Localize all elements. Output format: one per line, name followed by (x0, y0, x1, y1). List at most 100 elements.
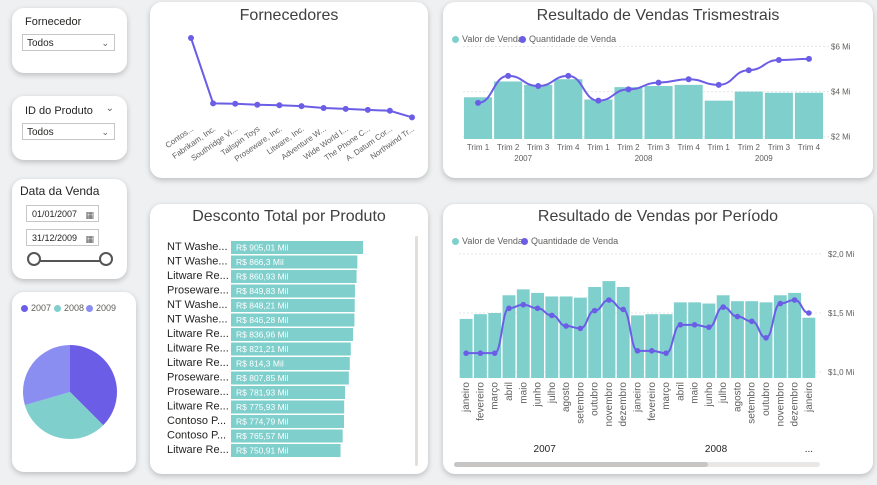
periodo-tick-label: junho (533, 382, 544, 408)
periodo-tick-label: agosto (561, 382, 572, 412)
desconto-value-label: R$ 866,3 Mil (236, 257, 284, 267)
periodo-tick-label: julho (718, 382, 729, 405)
desconto-category-label: Contoso P... (167, 430, 226, 442)
data-slicer: Data da Venda 01/01/2007 ▦ 31/12/2009 ▦ (12, 179, 127, 279)
trimestrais-bar (584, 99, 613, 139)
periodo-point (491, 350, 498, 356)
fornecedores-point (409, 114, 415, 121)
periodo-tick-label: outubro (590, 382, 601, 416)
fornecedores-point (298, 103, 305, 110)
trimestrais-point (745, 67, 752, 74)
periodo-tick-label: fevereiro (475, 382, 486, 421)
periodo-bar (573, 297, 587, 378)
periodo-point (591, 307, 598, 314)
pie-chart[interactable] (12, 292, 136, 472)
desconto-category-label: NT Washe... (167, 299, 228, 311)
desconto-value-label: R$ 807,85 Mil (236, 373, 289, 383)
periodo-tick-label: junho (704, 382, 715, 408)
fornecedores-point (386, 107, 393, 114)
desconto-chart[interactable]: NT Washe... R$ 905,01 Mil NT Washe... R$ 86… (150, 204, 428, 474)
desconto-card: Desconto Total por Produto NT Washe... R$… (150, 204, 428, 474)
periodo-y-tick: $1,0 Mi (828, 368, 854, 377)
periodo-bar (731, 301, 744, 378)
trimestrais-tick-label: Trim 2 (617, 143, 640, 152)
end-date-input[interactable]: 31/12/2009 ▦ (26, 229, 99, 246)
range-end-handle[interactable] (99, 252, 113, 266)
desconto-value-label: R$ 860,93 Mil (236, 272, 289, 282)
fornecedor-slicer: Fornecedor Todos ⌄ (12, 8, 127, 73)
trimestrais-bar (764, 92, 793, 139)
trimestrais-point (715, 81, 722, 88)
periodo-tick-label: dezembro (790, 382, 801, 427)
periodo-chart[interactable]: $2,0 Mi$1,5 Mi$1,0 Mijaneiro fevereiro mar… (443, 204, 873, 474)
trimestrais-tick-label: Trim 1 (587, 143, 610, 152)
periodo-tick-label: maio (690, 382, 701, 404)
trimestrais-point (655, 79, 662, 86)
periodo-year-label: ... (805, 444, 813, 455)
trimestrais-point (775, 57, 782, 64)
periodo-y-tick: $1,5 Mi (828, 309, 854, 318)
desconto-value-label: R$ 774,79 Mil (236, 417, 289, 427)
fornecedores-chart[interactable]: Contos...Fabrikam, Inc.Southridge Vi...T… (150, 2, 428, 178)
periodo-bar (745, 301, 759, 378)
periodo-tick-label: janeiro (804, 382, 815, 413)
periodo-bar (559, 296, 573, 378)
periodo-point (663, 350, 669, 356)
start-date-input[interactable]: 01/01/2007 ▦ (26, 205, 99, 222)
desconto-value-label: R$ 750,91 Mil (236, 446, 289, 456)
desconto-value-label: R$ 765,57 Mil (236, 431, 289, 441)
desconto-value-label: R$ 849,83 Mil (236, 286, 289, 296)
periodo-tick-label: outubro (761, 382, 772, 416)
trimestrais-tick-label: Trim 3 (527, 143, 550, 152)
trimestrais-card: Resultado de Vendas Trismestrais Valor d… (443, 2, 873, 178)
fornecedor-value: Todos (27, 38, 54, 49)
trimestrais-point (565, 72, 572, 79)
horizontal-scrollbar[interactable] (454, 462, 820, 467)
periodo-tick-label: abril (504, 382, 515, 401)
periodo-point (606, 297, 612, 303)
periodo-point (620, 306, 627, 313)
desconto-category-label: Litware Re... (167, 343, 229, 355)
periodo-point (677, 322, 684, 328)
periodo-year-label: 2007 (534, 444, 557, 455)
calendar-icon[interactable]: ▦ (85, 231, 94, 248)
desconto-category-label: Proseware... (167, 372, 229, 384)
desconto-value-label: R$ 781,93 Mil (236, 388, 289, 398)
periodo-point (634, 348, 641, 354)
desconto-category-label: Litware Re... (167, 444, 229, 456)
fornecedor-dropdown[interactable]: Todos ⌄ (22, 34, 115, 51)
desconto-category-label: Proseware... (167, 285, 229, 297)
trimestrais-year-label: 2007 (514, 154, 532, 163)
periodo-bar (473, 314, 487, 378)
chevron-down-icon[interactable]: ⌄ (106, 103, 114, 114)
trimestrais-point (805, 55, 812, 62)
periodo-bar (702, 303, 716, 378)
periodo-point (648, 348, 655, 354)
produto-value: Todos (27, 127, 54, 138)
range-start-handle[interactable] (27, 252, 41, 266)
periodo-bar (588, 287, 602, 378)
periodo-tick-label: janeiro (633, 382, 644, 413)
periodo-tick-label: setembro (747, 382, 758, 424)
trimestrais-bar (524, 84, 553, 139)
desconto-category-label: NT Washe... (167, 314, 228, 326)
desconto-category-label: NT Washe... (167, 256, 228, 268)
fornecedores-point (364, 106, 371, 113)
produto-slicer: ID do Produto ⌄ Todos ⌄ (12, 96, 127, 160)
fornecedores-point (342, 105, 349, 112)
scrollbar-thumb[interactable] (454, 462, 708, 467)
periodo-point (720, 304, 726, 310)
produto-dropdown[interactable]: Todos ⌄ (22, 123, 115, 140)
periodo-point (520, 301, 527, 308)
trimestrais-bar (554, 79, 583, 139)
trimestrais-point (595, 97, 602, 104)
periodo-tick-label: março (661, 382, 672, 410)
trimestrais-bar (674, 84, 703, 139)
trimestrais-chart[interactable]: $6 Mi $4 Mi $2 Mi Trim 1 Trim 2 Trim 3 Trim 4 T… (443, 2, 873, 178)
scrollbar[interactable] (415, 236, 418, 466)
periodo-point (477, 350, 484, 356)
calendar-icon[interactable]: ▦ (85, 207, 94, 224)
periodo-tick-label: julho (547, 382, 558, 405)
trimestrais-year-label: 2008 (635, 154, 653, 163)
trimestrais-bar (614, 87, 643, 139)
